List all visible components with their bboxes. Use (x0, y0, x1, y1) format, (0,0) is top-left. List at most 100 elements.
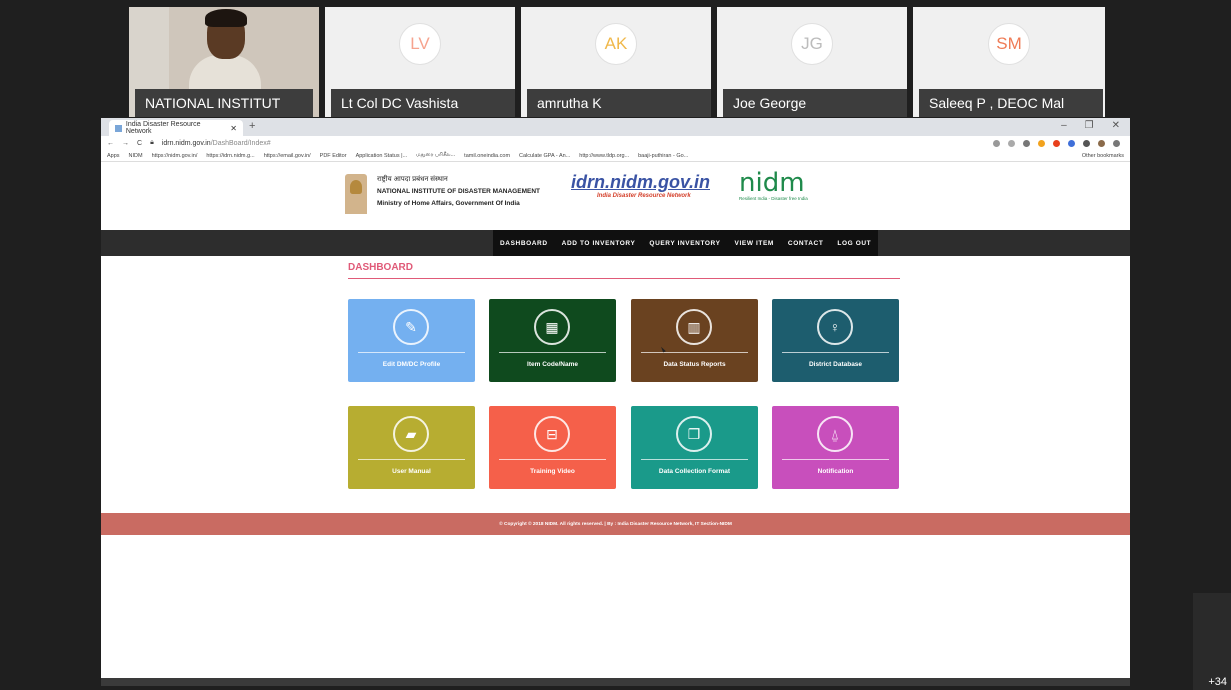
bookmark-item[interactable]: Apps (107, 153, 120, 159)
close-tab-icon[interactable]: ✕ (230, 124, 237, 133)
extensions (993, 139, 1130, 147)
favicon-icon (115, 124, 122, 132)
reload-icon[interactable]: C (137, 140, 142, 147)
participant-tile[interactable]: LV Lt Col DC Vashista (325, 7, 515, 117)
card-notification[interactable]: ⍙ Notification (772, 406, 899, 489)
bookmarks-bar: Apps NIDM https://nidm.gov.in/ https://i… (101, 150, 1130, 162)
star-icon[interactable] (1008, 139, 1015, 147)
bookmark-item[interactable]: Application Status |... (356, 153, 408, 159)
card-divider (782, 459, 889, 460)
nav-query-inventory[interactable]: QUERY INVENTORY (642, 240, 727, 247)
nidm-tagline: Resilient India - Disaster free India (739, 196, 808, 201)
participant-name: amrutha K (527, 89, 711, 117)
puzzle-icon[interactable] (1083, 139, 1090, 147)
window-controls: – ❐ ✕ (1061, 120, 1120, 131)
idrn-tagline: India Disaster Resource Network (597, 193, 691, 199)
url-path: /DashBoard/Index# (210, 139, 271, 147)
opera-icon[interactable] (1053, 139, 1060, 147)
shield-icon[interactable] (1068, 139, 1075, 147)
participant-video-feed (189, 9, 261, 95)
close-window-icon[interactable]: ✕ (1112, 120, 1120, 131)
new-tab-icon[interactable]: + (249, 120, 255, 132)
menu-icon[interactable] (1113, 139, 1120, 147)
bookmark-item[interactable]: மதுரை பரிசீல... (416, 152, 455, 159)
card-user-manual[interactable]: ▰ User Manual (348, 406, 475, 489)
minimize-icon[interactable]: – (1061, 120, 1067, 131)
meeting-bottom-bar (101, 678, 1130, 686)
card-label: Edit DM/DC Profile (382, 361, 441, 368)
nav-dashboard[interactable]: DASHBOARD (493, 240, 555, 247)
title-divider (348, 278, 900, 279)
idrn-logo-text: idrn.nidm.gov.in (571, 172, 710, 192)
card-edit-profile[interactable]: ✎ Edit DM/DC Profile (348, 299, 475, 382)
browser-tab[interactable]: India Disaster Resource Network ✕ (109, 120, 243, 136)
card-label: Item Code/Name (527, 361, 578, 368)
participant-name: Lt Col DC Vashista (331, 89, 515, 117)
forward-icon[interactable]: → (122, 140, 129, 147)
card-divider (358, 459, 465, 460)
main-nav: DASHBOARD ADD TO INVENTORY QUERY INVENTO… (101, 230, 1130, 256)
bookmark-item[interactable]: https://email.gov.in/ (264, 153, 311, 159)
institute-hindi-name: राष्ट्रीय आपदा प्रबंधन संस्थान (377, 176, 448, 183)
profile-avatar-icon[interactable] (1098, 139, 1105, 147)
ministry-name: Ministry of Home Affairs, Government Of … (377, 200, 520, 207)
bookmark-item[interactable]: NIDM (129, 153, 143, 159)
card-divider (641, 352, 748, 353)
institute-name: NATIONAL INSTITUTE OF DISASTER MANAGEMEN… (377, 188, 540, 195)
bookmark-item[interactable]: baaji-puthiran - Go... (638, 153, 688, 159)
browser-window: India Disaster Resource Network ✕ + – ❐ … (101, 118, 1130, 678)
book-icon: ▰ (393, 416, 429, 452)
card-label: Notification (817, 468, 854, 475)
card-training-video[interactable]: ⊟ Training Video (489, 406, 616, 489)
bookmark-item[interactable]: Calculate GPA - An... (519, 153, 570, 159)
nav-view-item[interactable]: VIEW ITEM (728, 240, 781, 247)
bookmark-item[interactable]: PDF Editor (320, 153, 347, 159)
national-emblem-logo (345, 174, 367, 214)
back-icon[interactable]: ← (107, 140, 114, 147)
card-divider (358, 352, 465, 353)
card-divider (499, 352, 606, 353)
participant-tile[interactable]: AK amrutha K (521, 7, 711, 117)
site-footer: © Copyright © 2018 NIDM. All rights rese… (101, 513, 1130, 535)
card-item-code[interactable]: ▦ Item Code/Name (489, 299, 616, 382)
more-participants-count[interactable]: +34 (1208, 676, 1227, 688)
participant-tile[interactable]: JG Joe George (717, 7, 907, 117)
bookmark-item[interactable]: tamil.oneindia.com (464, 153, 510, 159)
nav-log-out[interactable]: LOG OUT (830, 240, 878, 247)
extension-icon[interactable] (1038, 139, 1045, 147)
card-divider (641, 459, 748, 460)
card-label: Data Collection Format (658, 468, 731, 475)
edit-icon: ✎ (393, 309, 429, 345)
extension-icon[interactable] (1023, 139, 1030, 147)
participant-tile-video[interactable]: NATIONAL INSTITUT (129, 7, 319, 117)
other-bookmarks[interactable]: Other bookmarks (1082, 153, 1130, 159)
address-bar: ← → C 🔒︎ idrn.nidm.gov.in/DashBoard/Inde… (101, 136, 1130, 150)
card-label: Data Status Reports (663, 361, 726, 368)
bell-icon: ⍙ (817, 416, 853, 452)
avatar: JG (791, 23, 833, 65)
bar-chart-icon: ▥ (676, 309, 712, 345)
bookmark-item[interactable]: https://idrn.nidm.g... (206, 153, 254, 159)
nav-add-to-inventory[interactable]: ADD TO INVENTORY (555, 240, 643, 247)
avatar: LV (399, 23, 441, 65)
idrn-logo[interactable]: idrn.nidm.gov.in India Disaster Resource… (571, 172, 721, 199)
restore-icon[interactable]: ❐ (1085, 120, 1094, 131)
card-label: Training Video (530, 468, 575, 475)
url-field[interactable]: idrn.nidm.gov.in/DashBoard/Index# (162, 140, 271, 147)
grid-icon: ▦ (534, 309, 570, 345)
site-header: राष्ट्रीय आपदा प्रबंधन संस्थान NATIONAL … (101, 162, 1130, 232)
card-data-collection-format[interactable]: ❐ Data Collection Format (631, 406, 758, 489)
avatar: AK (595, 23, 637, 65)
card-divider (782, 352, 889, 353)
institute-block: राष्ट्रीय आपदा प्रबंधन संस्थान NATIONAL … (377, 174, 540, 210)
nav-contact[interactable]: CONTACT (781, 240, 831, 247)
participant-tile[interactable]: SM Saleeq P , DEOC Mal (913, 7, 1105, 117)
avatar: SM (988, 23, 1030, 65)
card-data-status-reports[interactable]: ▥ Data Status Reports (631, 299, 758, 382)
bookmark-item[interactable]: https://nidm.gov.in/ (152, 153, 198, 159)
bookmark-item[interactable]: http://www.tldp.org... (579, 153, 629, 159)
zoom-icon[interactable] (993, 139, 1000, 147)
nidm-logo[interactable]: nidm Resilient India - Disaster free Ind… (739, 168, 808, 201)
nidm-logo-text: nidm (739, 168, 805, 198)
card-district-database[interactable]: ♀ District Database (772, 299, 899, 382)
